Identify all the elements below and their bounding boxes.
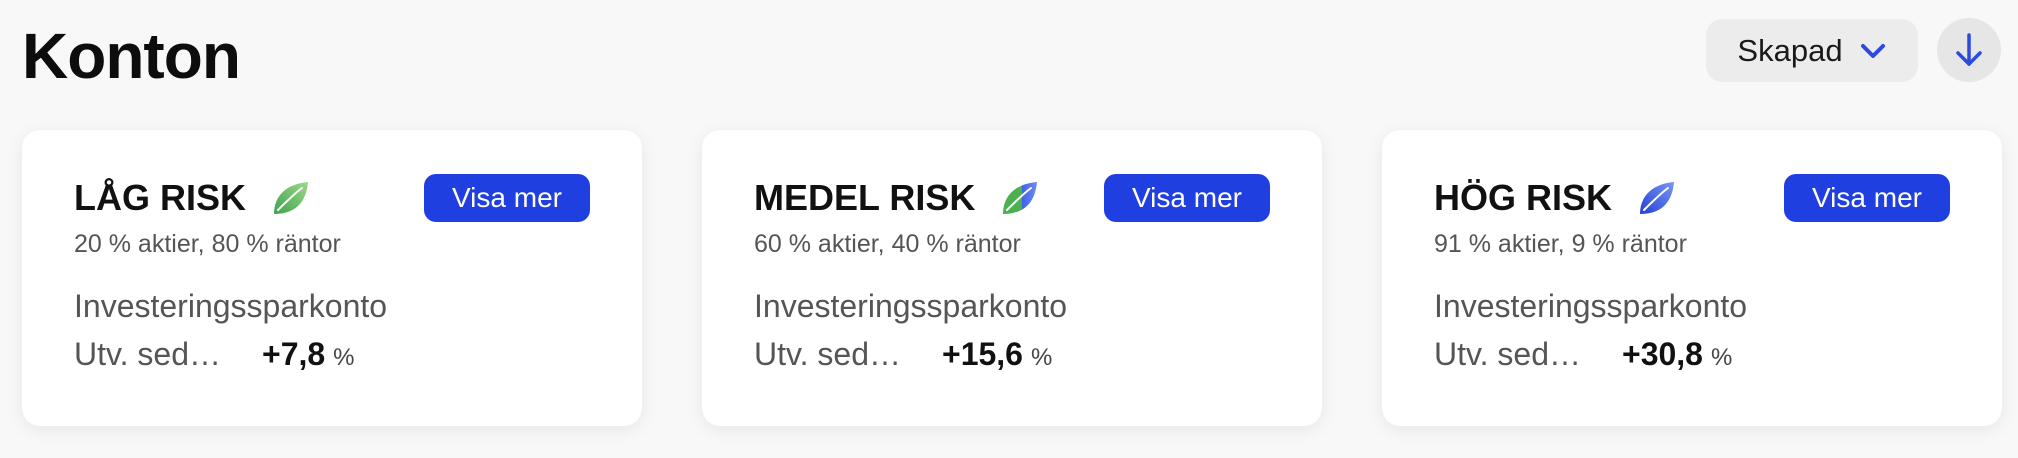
account-card-low-risk[interactable]: LÅG RISK Visa mer 20 % aktier, 80 % ränt… xyxy=(22,130,642,426)
development-label: Utv. sed… xyxy=(74,336,221,372)
development-unit: % xyxy=(1710,344,1733,371)
development-value: +15,6 xyxy=(942,336,1023,372)
chevron-down-icon xyxy=(1859,37,1887,65)
show-more-button[interactable]: Visa mer xyxy=(1104,174,1270,222)
show-more-button[interactable]: Visa mer xyxy=(424,174,590,222)
card-title: HÖG RISK xyxy=(1434,174,1676,222)
sort-direction-button[interactable] xyxy=(1937,18,2001,82)
sort-label: Skapad xyxy=(1737,32,1843,68)
arrow-down-icon xyxy=(1954,32,1984,68)
leaf-green-blue-icon xyxy=(999,178,1039,218)
page-title: Konton xyxy=(22,20,241,92)
accounts-page: Konton Skapad LÅG RISK Visa mer 20 % akt… xyxy=(0,0,2018,458)
account-card-medium-risk[interactable]: MEDEL RISK Visa mer 60 % aktier, 40 % rä… xyxy=(702,130,1322,426)
development-row: Utv. sed… +7,8 % xyxy=(74,336,355,373)
development-unit: % xyxy=(333,344,355,371)
development-value: +7,8 xyxy=(262,336,326,372)
card-title: MEDEL RISK xyxy=(754,174,1039,222)
development-label: Utv. sed… xyxy=(1434,336,1581,372)
development-label: Utv. sed… xyxy=(754,336,901,372)
account-type: Investeringssparkonto xyxy=(74,288,388,324)
leaf-green-icon xyxy=(270,178,310,218)
development-row: Utv. sed… +15,6 % xyxy=(754,336,1052,373)
card-name: LÅG RISK xyxy=(74,177,247,218)
allocation-text: 60 % aktier, 40 % räntor xyxy=(754,230,1021,258)
account-type: Investeringssparkonto xyxy=(754,288,1068,324)
account-type: Investeringssparkonto xyxy=(1434,288,1748,324)
allocation-text: 91 % aktier, 9 % räntor xyxy=(1434,230,1687,258)
development-row: Utv. sed… +30,8 % xyxy=(1434,336,1732,373)
show-more-button[interactable]: Visa mer xyxy=(1784,174,1950,222)
card-name: HÖG RISK xyxy=(1434,177,1613,218)
development-value: +30,8 xyxy=(1622,336,1703,372)
allocation-text: 20 % aktier, 80 % räntor xyxy=(74,230,341,258)
card-title: LÅG RISK xyxy=(74,174,310,222)
leaf-blue-icon xyxy=(1636,178,1676,218)
card-name: MEDEL RISK xyxy=(754,177,976,218)
account-card-high-risk[interactable]: HÖG RISK Visa mer 91 % aktier, 9 % ränto… xyxy=(1382,130,2002,426)
development-unit: % xyxy=(1030,344,1053,371)
sort-dropdown[interactable]: Skapad xyxy=(1706,19,1918,82)
